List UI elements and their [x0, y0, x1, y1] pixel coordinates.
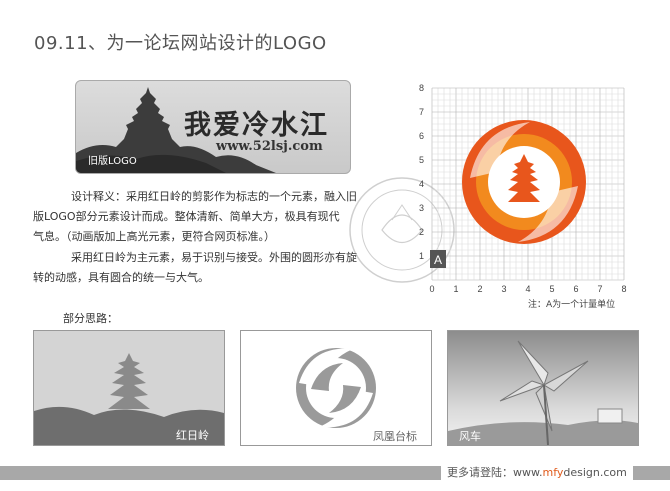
- new-logo-icon: [462, 120, 586, 244]
- desc-line: 采用红日岭为主元素，易于识别与接受。外围的圆形亦有旋: [71, 251, 357, 264]
- y-tick-label: 6: [419, 131, 424, 141]
- photo-caption: 凤凰台标: [373, 430, 417, 443]
- y-tick-label: 3: [419, 203, 424, 213]
- footer-suffix: design.com: [563, 466, 627, 479]
- unit-label: A: [434, 253, 442, 267]
- x-tick-label: 5: [549, 284, 554, 294]
- x-tick-label: 3: [501, 284, 506, 294]
- photo-phoenix-logo: 凤凰台标: [240, 330, 432, 446]
- grid-note: 注：A为一个计量单位: [528, 300, 616, 310]
- section-label: 部分思路：: [63, 312, 118, 325]
- photo-caption: 风车: [459, 430, 481, 443]
- y-tick-label: 5: [419, 155, 424, 165]
- photo-windmill: 风车: [447, 330, 639, 446]
- footer-link[interactable]: 更多请登陆：www.mfydesign.com: [441, 465, 633, 481]
- x-tick-label: 8: [621, 284, 626, 294]
- x-tick-label: 7: [597, 284, 602, 294]
- footer-accent: mfy: [542, 466, 564, 479]
- photo-caption: 红日岭: [176, 429, 209, 442]
- logo-grid: 0 1 2 3 4 5 6 7 8 8 7 6 5 4 3 2 1 A: [419, 83, 627, 294]
- x-tick-label: 4: [525, 284, 530, 294]
- old-logo-image: 我爱冷水江 www.52lsj.com 旧版LOGO: [75, 80, 351, 174]
- y-tick-label: 1: [419, 251, 424, 261]
- y-tick-label: 8: [419, 83, 424, 93]
- photo-hongriling: 红日岭: [33, 330, 225, 446]
- y-tick-label: 4: [419, 179, 424, 189]
- footer-prefix: 更多请登陆：www.: [447, 466, 543, 479]
- desc-line: 设计释义：采用红日岭的剪影作为标志的一个元素，融入旧: [71, 190, 357, 203]
- x-tick-label: 6: [573, 284, 578, 294]
- y-tick-label: 2: [419, 227, 424, 237]
- x-tick-label: 2: [477, 284, 482, 294]
- page-title: 09.11、为一论坛网站设计的LOGO: [34, 33, 327, 54]
- old-logo-chinese-text: 我爱冷水江: [184, 110, 329, 141]
- x-tick-label: 0: [429, 284, 434, 294]
- old-logo-tag: 旧版LOGO: [88, 156, 137, 167]
- y-tick-label: 7: [419, 107, 424, 117]
- x-tick-label: 1: [453, 284, 458, 294]
- old-logo-url: www.52lsj.com: [216, 139, 323, 154]
